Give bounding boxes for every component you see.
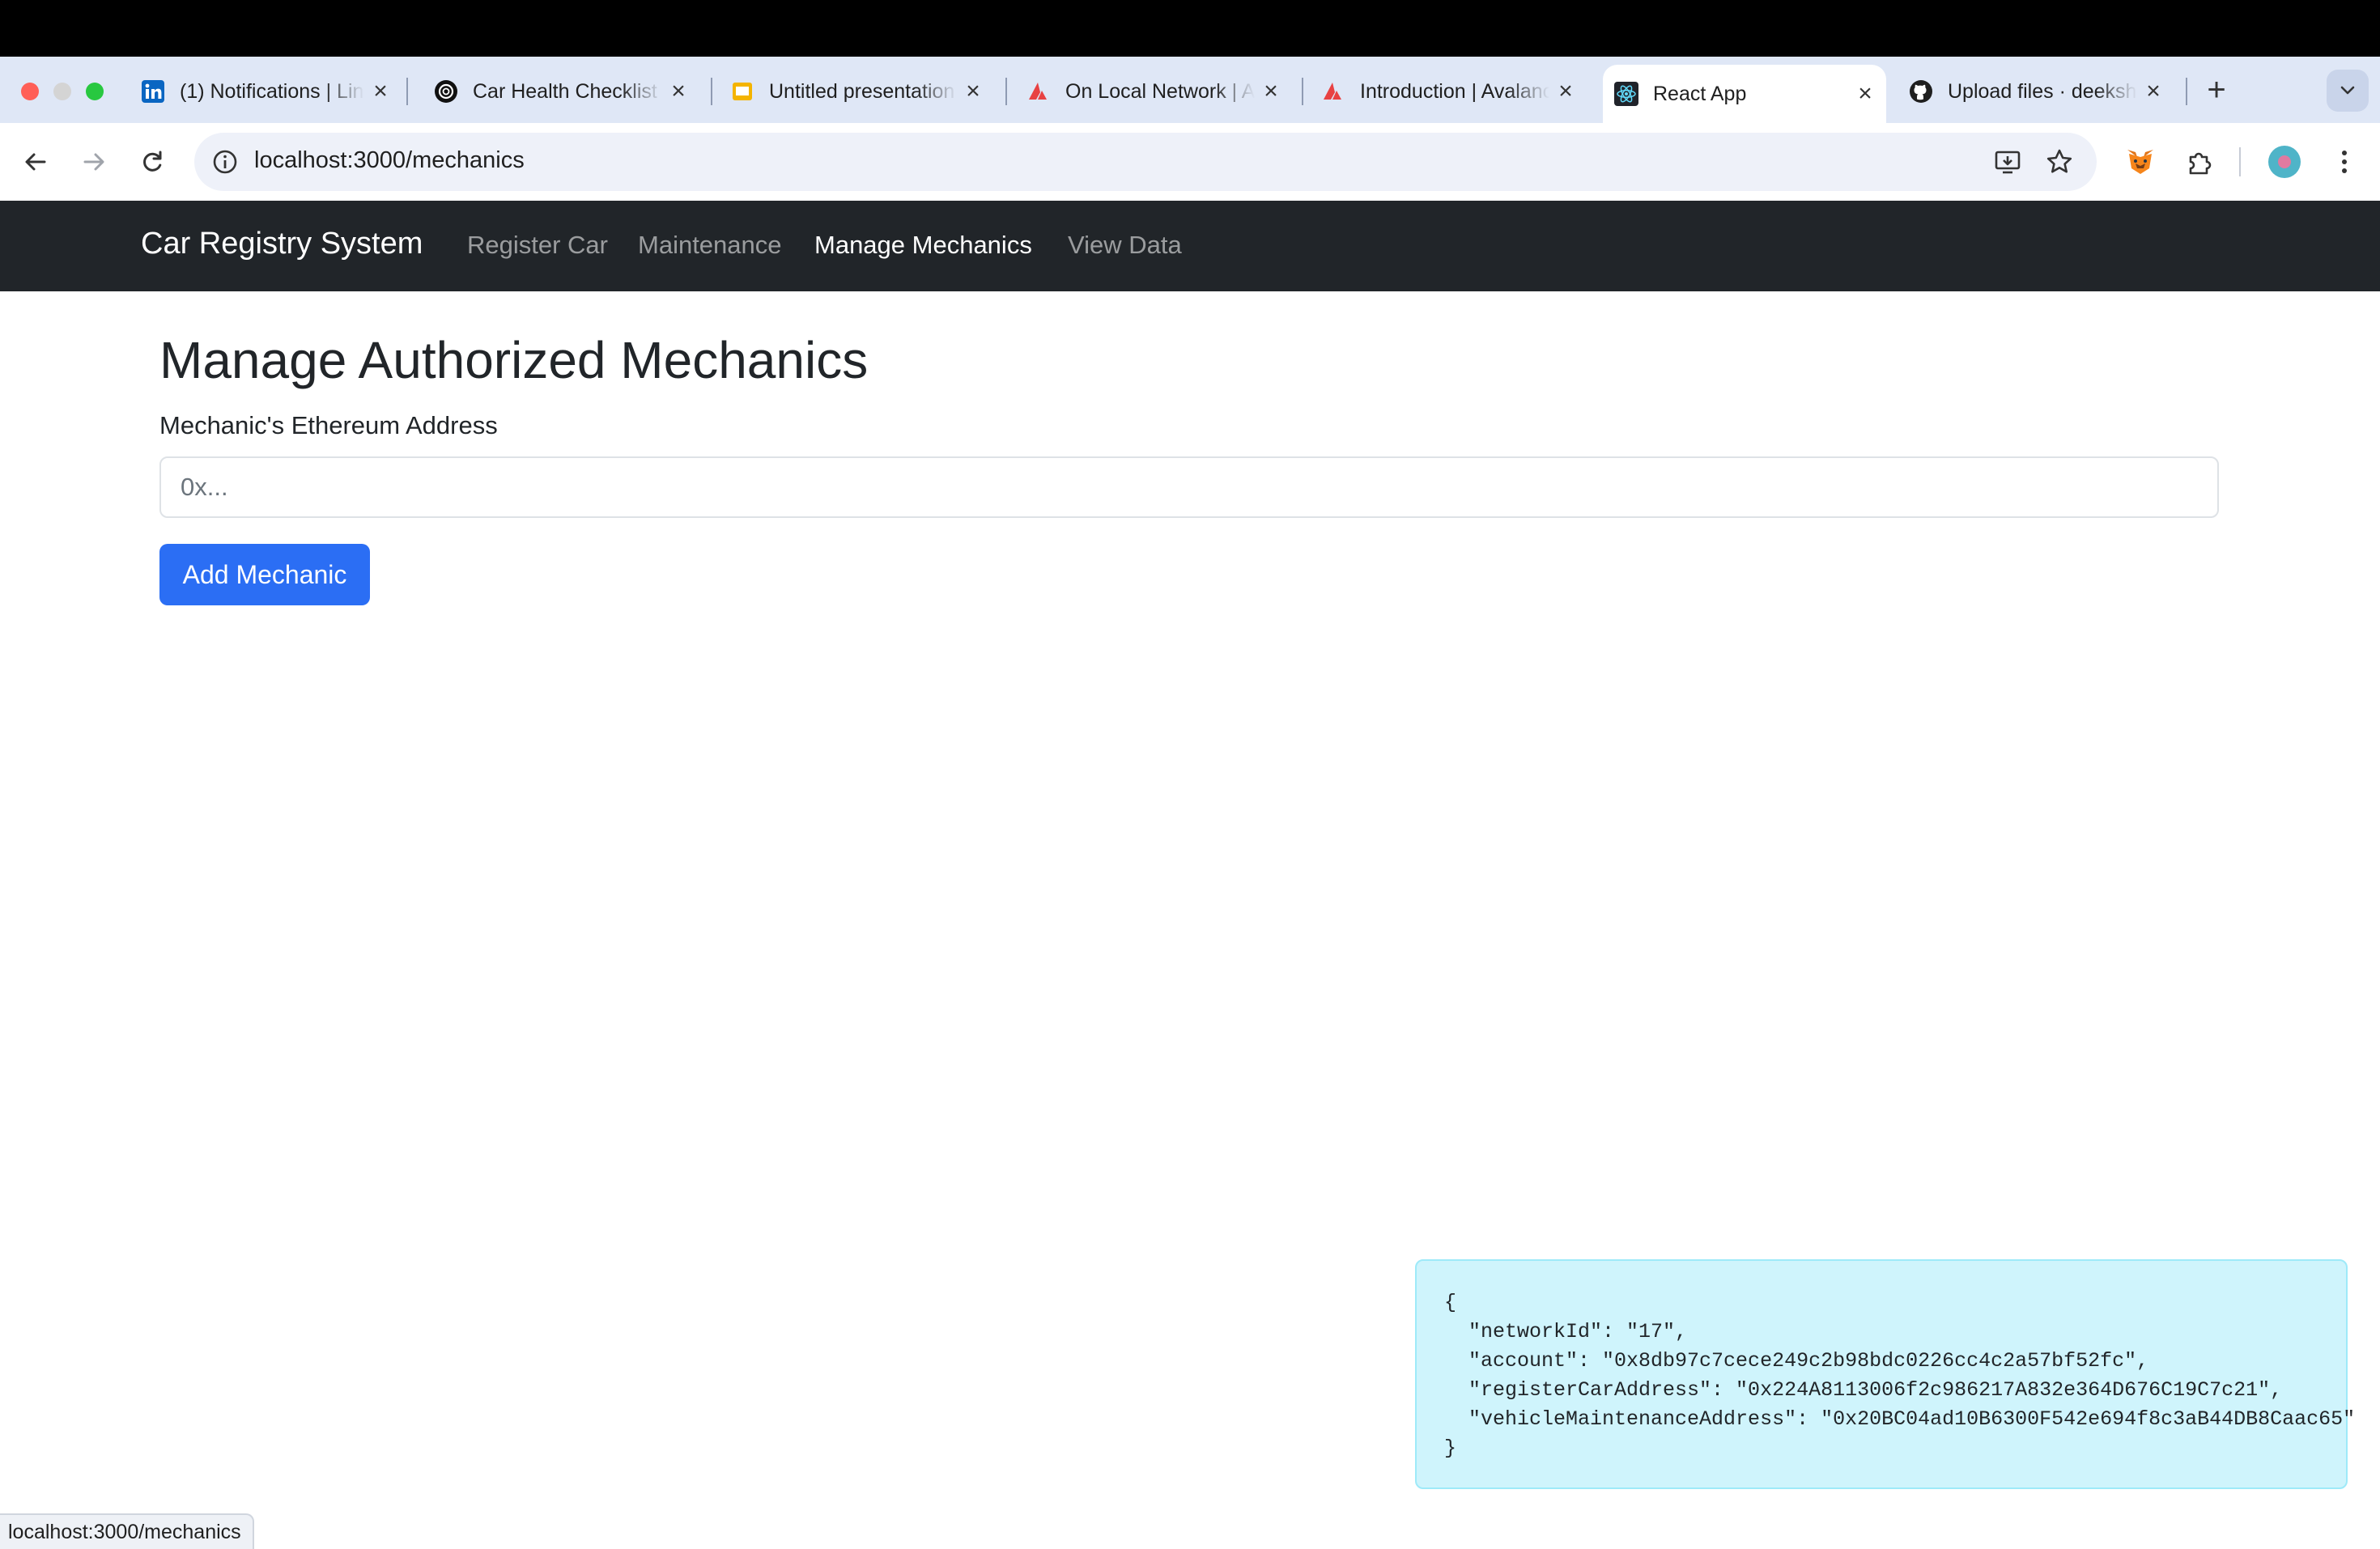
add-mechanic-button[interactable]: Add Mechanic (159, 544, 370, 605)
address-url[interactable]: localhost:3000/mechanics (254, 147, 525, 174)
tab-title: Car Health Checklist (473, 79, 657, 103)
tab-title: On Local Network | Avalanche (1065, 79, 1255, 103)
site-info-icon[interactable] (209, 146, 241, 178)
arrow-right-icon (83, 153, 104, 171)
slides-icon (730, 79, 754, 104)
avalanche-icon (1026, 79, 1051, 104)
close-icon[interactable]: × (2137, 78, 2170, 105)
nav-link-view-data[interactable]: View Data (1068, 231, 1182, 260)
tab-separator (2186, 78, 2187, 105)
linkedin-icon (141, 79, 165, 104)
reload-icon (143, 151, 162, 172)
browser-tab[interactable]: Untitled presentation × (719, 66, 994, 117)
close-icon[interactable]: × (1549, 78, 1582, 105)
github-icon (1909, 79, 1933, 104)
address-field-label: Mechanic's Ethereum Address (159, 411, 498, 439)
close-icon[interactable]: × (662, 78, 695, 105)
extensions-puzzle-icon[interactable] (2179, 141, 2221, 183)
page-title: Manage Authorized Mechanics (159, 331, 869, 389)
tab-title: Untitled presentation (769, 79, 955, 103)
tab-title: Introduction | Avalanche (1360, 79, 1549, 103)
tab-separator (1302, 78, 1303, 105)
profile-avatar[interactable] (2268, 146, 2301, 178)
react-icon (1614, 82, 1638, 106)
nav-link-manage-mechanics[interactable]: Manage Mechanics (814, 231, 1032, 260)
install-app-icon[interactable] (1987, 141, 2029, 183)
reload-button[interactable] (131, 141, 173, 183)
contract-info-box: { "networkId": "17", "account": "0x8db97… (1415, 1259, 2355, 1489)
openai-icon (434, 79, 458, 104)
browser-tab[interactable]: Car Health Checklist × (423, 66, 699, 117)
tab-separator (711, 78, 712, 105)
arrow-left-icon (25, 153, 46, 171)
new-tab-button[interactable]: + (2197, 70, 2236, 112)
tab-title: Upload files · deeksha (1948, 79, 2137, 103)
forward-button[interactable] (73, 141, 115, 183)
mechanic-address-input[interactable] (159, 456, 2219, 518)
browser-tab[interactable]: Introduction | Avalanche × (1310, 66, 1587, 117)
browser-tab[interactable]: On Local Network | Avalanche × (1015, 66, 1292, 117)
more-menu-icon[interactable] (2323, 141, 2365, 183)
window-zoom-button[interactable] (86, 83, 104, 100)
nav-link-maintenance[interactable]: Maintenance (638, 231, 782, 260)
status-url-bubble: localhost:3000/mechanics (0, 1513, 254, 1549)
close-icon[interactable]: × (1849, 80, 1881, 108)
tab-search-button[interactable] (2327, 70, 2369, 112)
window-close-button[interactable] (21, 83, 39, 100)
tab-title: React App (1653, 82, 1747, 105)
screen-top-bar (0, 0, 2380, 57)
tab-separator (1005, 78, 1007, 105)
metamask-fox-icon[interactable] (2119, 141, 2161, 183)
bookmark-star-icon[interactable] (2038, 141, 2080, 183)
avalanche-icon (1321, 79, 1345, 104)
back-button[interactable] (15, 141, 57, 183)
chevron-down-icon (2340, 86, 2355, 95)
tab-title: (1) Notifications | LinkedIn (180, 79, 364, 103)
close-icon[interactable]: × (1255, 78, 1287, 105)
contract-info-json: { "networkId": "17", "account": "0x8db97… (1444, 1291, 2356, 1460)
browser-tab[interactable]: (1) Notifications | LinkedIn × (130, 66, 402, 117)
close-icon[interactable]: × (364, 78, 397, 105)
toolbar-divider (2239, 147, 2241, 176)
close-icon[interactable]: × (957, 78, 989, 105)
tab-separator (406, 78, 408, 105)
browser-tab[interactable]: Upload files · deeksha × (1898, 66, 2174, 117)
browser-tab-active[interactable]: React App × (1603, 65, 1886, 123)
navbar-brand[interactable]: Car Registry System (141, 227, 423, 261)
window-minimize-button[interactable] (53, 83, 71, 100)
nav-link-register-car[interactable]: Register Car (467, 231, 608, 260)
